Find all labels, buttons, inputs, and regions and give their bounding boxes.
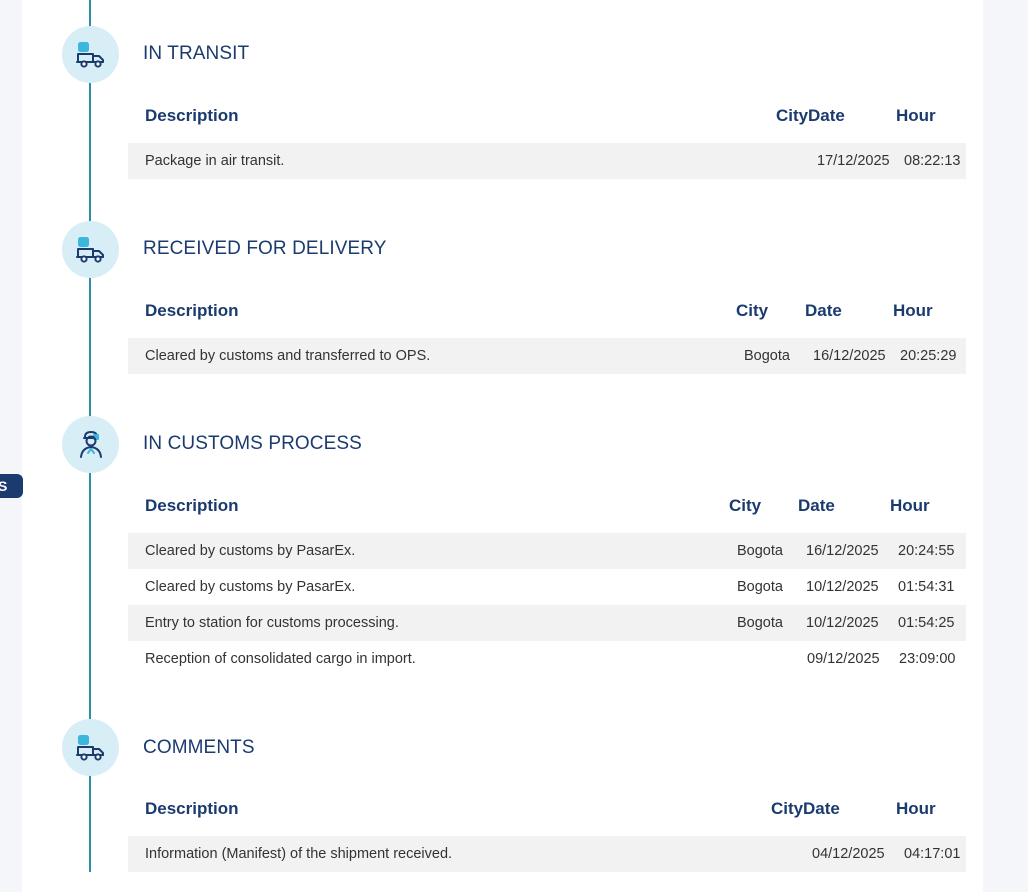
row-date: 16/12/2025 [813, 348, 886, 364]
column-header-hour: Hour [893, 301, 933, 320]
column-header-description: Description [145, 301, 239, 320]
row-date: 10/12/2025 [806, 579, 879, 595]
row-hour: 23:09:00 [899, 651, 956, 667]
row-hour: 20:25:29 [900, 348, 957, 364]
delivery-truck-icon [62, 719, 119, 776]
row-description: Information (Manifest) of the shipment r… [145, 846, 453, 862]
row-date: 10/12/2025 [806, 615, 879, 631]
table-row: Cleared by customs and transferred to OP… [128, 338, 966, 374]
row-hour: 08:22:13 [904, 153, 961, 169]
column-header-description: Description [145, 496, 239, 515]
column-header-date: Date [805, 301, 842, 320]
column-header-hour: Hour [896, 106, 936, 125]
row-city: Bogota [737, 543, 783, 559]
column-header-city: City [736, 301, 769, 320]
side-tab[interactable]: S [0, 474, 23, 498]
row-description: Package in air transit. [145, 153, 285, 169]
delivery-truck-icon [62, 221, 119, 278]
column-header-city: City [776, 106, 809, 125]
row-description: Reception of consolidated cargo in impor… [145, 651, 416, 667]
table-row: Package in air transit. 17/12/2025 08:22… [128, 143, 966, 179]
row-date: 17/12/2025 [817, 153, 890, 169]
row-city: Bogota [737, 615, 783, 631]
delivery-truck-icon [62, 26, 119, 83]
table-row: Cleared by customs by PasarEx. Bogota 16… [128, 533, 966, 569]
column-header-city: City [729, 496, 762, 515]
column-header-date: Date [803, 799, 840, 818]
row-date: 09/12/2025 [807, 651, 880, 667]
row-description: Cleared by customs and transferred to OP… [145, 348, 431, 364]
column-header-description: Description [145, 106, 239, 125]
column-header-hour: Hour [896, 799, 936, 818]
table-row: Information (Manifest) of the shipment r… [128, 836, 966, 872]
row-date: 16/12/2025 [806, 543, 879, 559]
row-hour: 20:24:55 [898, 543, 955, 559]
row-description: Cleared by customs by PasarEx. [145, 579, 356, 595]
column-header-date: Date [808, 106, 845, 125]
column-header-description: Description [145, 799, 239, 818]
table-row: Reception of consolidated cargo in impor… [128, 641, 966, 677]
row-date: 04/12/2025 [812, 846, 885, 862]
column-header-hour: Hour [890, 496, 930, 515]
section-title: RECEIVED FOR DELIVERY [143, 238, 387, 259]
row-city: Bogota [744, 348, 790, 364]
table-row: Cleared by customs by PasarEx. Bogota 10… [128, 569, 966, 605]
row-hour: 01:54:31 [898, 579, 955, 595]
customs-officer-icon [62, 416, 119, 473]
row-description: Entry to station for customs processing. [145, 615, 399, 631]
table-row: Entry to station for customs processing.… [128, 605, 966, 641]
column-header-date: Date [798, 496, 835, 515]
section-title: IN TRANSIT [143, 43, 250, 64]
row-hour: 01:54:25 [898, 615, 955, 631]
row-hour: 04:17:01 [904, 846, 961, 862]
row-description: Cleared by customs by PasarEx. [145, 543, 356, 559]
column-header-city: City [771, 799, 804, 818]
section-title: COMMENTS [143, 737, 255, 758]
section-title: IN CUSTOMS PROCESS [143, 433, 362, 454]
row-city: Bogota [737, 579, 783, 595]
